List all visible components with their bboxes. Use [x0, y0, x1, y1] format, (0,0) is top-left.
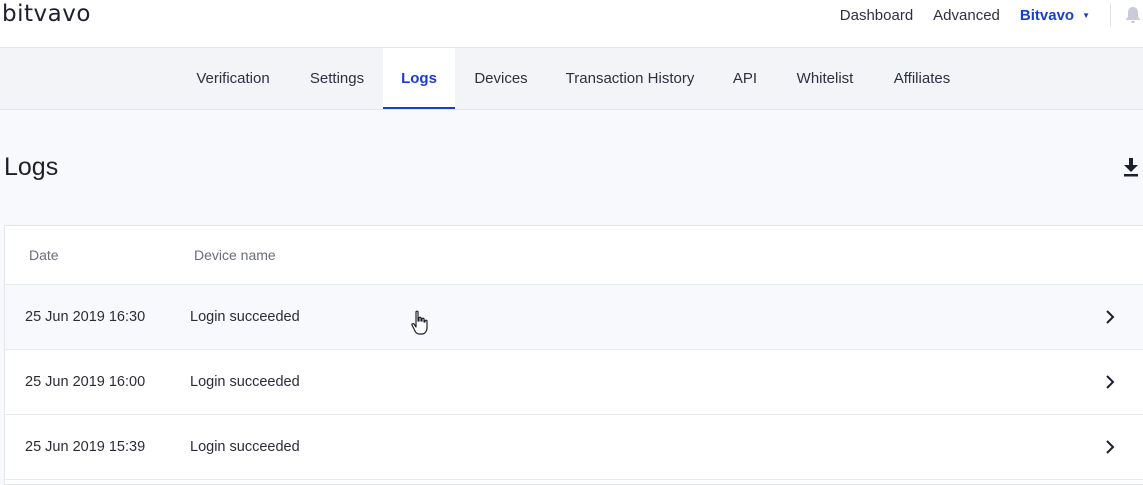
table-row[interactable]: 25 Jun 2019 16:30 Login succeeded [5, 285, 1143, 350]
tab-api[interactable]: API [723, 48, 767, 109]
nav-advanced-link[interactable]: Advanced [933, 7, 1000, 24]
column-header-date: Date [29, 247, 59, 263]
nav-divider [1110, 3, 1111, 27]
tab-verification[interactable]: Verification [186, 48, 280, 109]
tab-logs[interactable]: Logs [383, 48, 455, 109]
nav-dashboard-link[interactable]: Dashboard [840, 7, 913, 24]
account-menu-button[interactable]: Bitvavo [1020, 7, 1074, 24]
chevron-right-icon[interactable] [1105, 374, 1115, 390]
page-title: Logs [4, 153, 59, 181]
bitvavo-logo[interactable]: bitvavo [2, 0, 91, 29]
download-icon[interactable] [1122, 157, 1140, 177]
tab-whitelist[interactable]: Whitelist [786, 48, 864, 109]
tab-settings[interactable]: Settings [298, 48, 376, 109]
settings-subnav: Verification Settings Logs Devices Trans… [0, 48, 1143, 110]
table-row[interactable]: 25 Jun 2019 16:00 Login succeeded [5, 350, 1143, 415]
row-date: 25 Jun 2019 16:30 [25, 309, 146, 325]
row-date: 25 Jun 2019 15:39 [25, 439, 146, 455]
chevron-right-icon[interactable] [1105, 309, 1115, 325]
hand-cursor-icon [411, 310, 428, 335]
chevron-right-icon[interactable] [1105, 439, 1115, 455]
tab-devices[interactable]: Devices [463, 48, 539, 109]
column-header-device-name: Device name [194, 247, 276, 263]
row-event: Login succeeded [190, 309, 300, 325]
row-date: 25 Jun 2019 16:00 [25, 374, 146, 390]
table-row[interactable]: 25 Jun 2019 15:39 Login succeeded [5, 415, 1143, 480]
row-event: Login succeeded [190, 374, 300, 390]
row-event: Login succeeded [190, 439, 300, 455]
caret-down-icon[interactable]: ▼ [1082, 11, 1090, 20]
top-nav: Dashboard Advanced Bitvavo ▼ [840, 0, 1143, 30]
bell-icon[interactable] [1123, 5, 1143, 25]
table-header: Date Device name [5, 226, 1143, 285]
logs-table: Date Device name 25 Jun 2019 16:30 Login… [4, 225, 1143, 485]
top-header: bitvavo Dashboard Advanced Bitvavo ▼ [0, 0, 1143, 48]
tab-transaction-history[interactable]: Transaction History [556, 48, 704, 109]
tab-affiliates[interactable]: Affiliates [883, 48, 961, 109]
